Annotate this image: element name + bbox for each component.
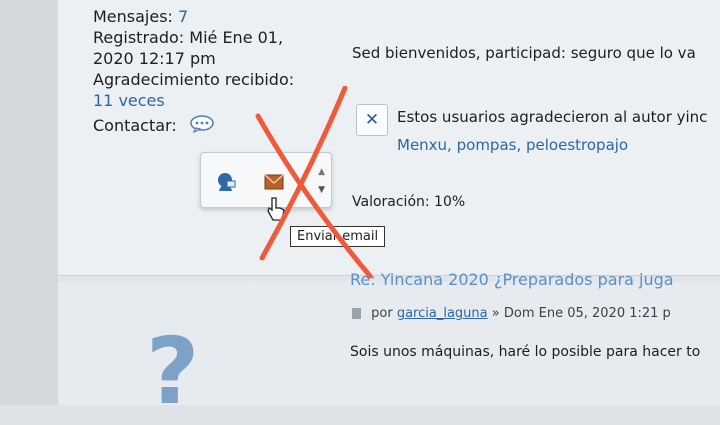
chat-bubble-icon[interactable] bbox=[188, 115, 216, 138]
thanks-users-list: Menxu, pompas, peloestropajo bbox=[397, 136, 628, 154]
reply-title-link[interactable]: Re: Yincana 2020 ¿Preparados para juga bbox=[350, 270, 674, 289]
contact-label: Contactar: bbox=[93, 116, 177, 135]
question-mark-icon: ? bbox=[146, 318, 200, 425]
reply-body-text: Sois unos máquinas, haré lo posible para… bbox=[350, 344, 701, 360]
registered-date-line2: 2020 12:17 pm bbox=[93, 49, 216, 68]
by-label: por bbox=[371, 306, 393, 321]
registered-label: Registrado: bbox=[93, 28, 185, 47]
thanks-user-link[interactable]: pompas, bbox=[457, 136, 522, 154]
post-page-icon[interactable] bbox=[352, 308, 361, 319]
thanks-user-link[interactable]: peloestropajo bbox=[526, 136, 628, 154]
thanks-user-link[interactable]: Menxu, bbox=[397, 136, 452, 154]
private-message-icon[interactable] bbox=[215, 171, 237, 193]
registered-row: Registrado: Mié Ene 01, bbox=[93, 27, 294, 48]
messages-row: Mensajes: 7 bbox=[93, 6, 294, 27]
forum-page: Mensajes: 7 Registrado: Mié Ene 01, 2020… bbox=[0, 0, 720, 418]
messages-count-link[interactable]: 7 bbox=[178, 7, 188, 26]
reply-author-link[interactable]: garcia_laguna bbox=[397, 306, 488, 321]
post-welcome-text: Sed bienvenidos, participad: seguro que … bbox=[352, 44, 696, 62]
reply-meta: por garcia_laguna » Dom Ene 05, 2020 1:2… bbox=[352, 306, 671, 321]
left-margin bbox=[0, 0, 58, 405]
messages-label: Mensajes: bbox=[93, 7, 173, 26]
red-x-annotation bbox=[255, 86, 373, 279]
registered-date: Mié Ene 01, bbox=[189, 28, 284, 47]
reply-date: » Dom Ene 05, 2020 1:21 p bbox=[491, 306, 671, 321]
thanks-users-text: Estos usuarios agradecieron al autor yin… bbox=[397, 108, 708, 126]
